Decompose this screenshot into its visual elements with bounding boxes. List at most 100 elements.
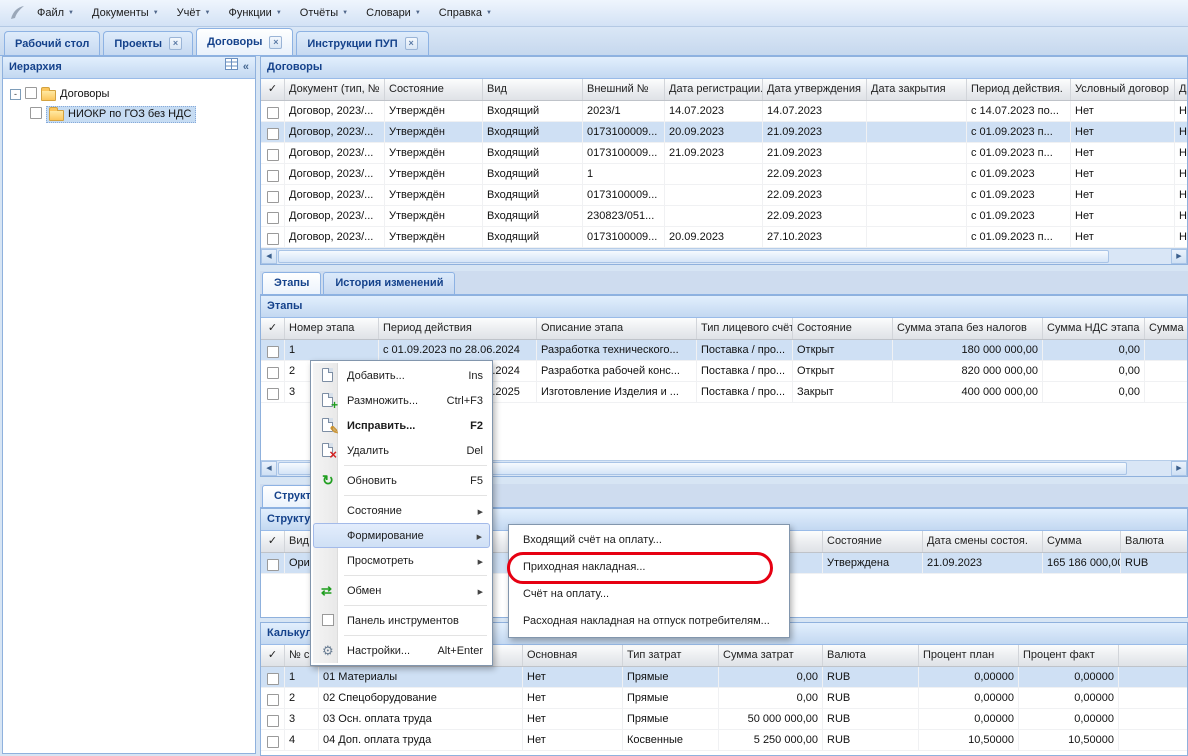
collapse-panel-icon[interactable]: « (243, 57, 249, 78)
column-header[interactable]: Тип затрат (623, 645, 719, 666)
menu-item-refresh[interactable]: Обновить F5 (313, 468, 490, 493)
column-header[interactable]: Сумма (1043, 531, 1121, 552)
tree-selected-node[interactable]: НИОКР по ГОЗ без НДС (46, 106, 196, 123)
menu-item-settings[interactable]: Настройки... Alt+Enter (313, 638, 490, 663)
tab-close-icon[interactable] (269, 36, 282, 49)
column-header[interactable]: До... (1175, 79, 1187, 100)
table-row[interactable]: Договор, 2023/... Утверждён Входящий 017… (261, 185, 1187, 206)
submenu-item-incoming-invoice[interactable]: Входящий счёт на оплату... (511, 527, 787, 554)
row-checkbox-cell[interactable] (261, 361, 285, 381)
select-all-column-header[interactable]: ✓ (261, 79, 285, 100)
row-checkbox-cell[interactable] (261, 101, 285, 121)
table-row[interactable]: Договор, 2023/... Утверждён Входящий 230… (261, 206, 1187, 227)
scrollbar-thumb[interactable] (278, 250, 1109, 263)
tab-stages[interactable]: Этапы (262, 272, 321, 294)
row-checkbox[interactable] (267, 694, 279, 706)
column-header[interactable]: Процент факт (1019, 645, 1119, 666)
column-header[interactable]: Внешний № (583, 79, 665, 100)
table-row[interactable]: 2 02 Спецоборудование Нет Прямые 0,00 RU… (261, 688, 1187, 709)
menu-item-delete[interactable]: Удалить Del (313, 438, 490, 463)
table-row[interactable]: Договор, 2023/... Утверждён Входящий 017… (261, 227, 1187, 248)
column-header[interactable]: Дата смены состоя. (923, 531, 1043, 552)
table-row[interactable]: 3 03 Осн. оплата труда Нет Прямые 50 000… (261, 709, 1187, 730)
select-all-column-header[interactable]: ✓ (261, 531, 285, 552)
row-checkbox-cell[interactable] (261, 206, 285, 226)
scroll-left-icon[interactable] (261, 461, 277, 476)
row-checkbox[interactable] (267, 233, 279, 245)
menu-item-toolbar-toggle[interactable]: Панель инструментов (313, 608, 490, 633)
row-checkbox[interactable] (267, 715, 279, 727)
row-checkbox[interactable] (267, 107, 279, 119)
table-row[interactable]: 4 04 Доп. оплата труда Нет Косвенные 5 2… (261, 730, 1187, 751)
row-checkbox-cell[interactable] (261, 382, 285, 402)
menu-item-help[interactable]: Справка (430, 0, 501, 27)
submenu-item-outgoing-note[interactable]: Расходная накладная на отпуск потребител… (511, 608, 787, 635)
tree-checkbox[interactable] (25, 87, 37, 99)
row-checkbox[interactable] (267, 346, 279, 358)
menu-item-exchange[interactable]: Обмен (313, 578, 490, 603)
row-checkbox[interactable] (267, 736, 279, 748)
column-header[interactable]: Состояние (793, 318, 893, 339)
tree-item-niokr[interactable]: НИОКР по ГОЗ без НДС (6, 104, 252, 124)
column-header[interactable]: Дата регистрации. (665, 79, 763, 100)
tree-expander-icon[interactable]: - (10, 89, 21, 100)
tab-desktop[interactable]: Рабочий стол (4, 31, 100, 55)
menu-item-state[interactable]: Состояние (313, 498, 490, 523)
column-header[interactable]: Описание этапа (537, 318, 697, 339)
menu-item-documents[interactable]: Документы (83, 0, 168, 27)
tree-item-contracts[interactable]: - Договоры (6, 84, 252, 104)
column-header[interactable]: Состояние (385, 79, 483, 100)
column-header[interactable]: Валюта (823, 645, 919, 666)
column-header[interactable]: Сумма затрат (719, 645, 823, 666)
column-header[interactable]: Дата закрытия (867, 79, 967, 100)
row-checkbox[interactable] (267, 388, 279, 400)
column-header[interactable]: Период действия. (967, 79, 1071, 100)
row-checkbox-cell[interactable] (261, 227, 285, 247)
tab-contracts[interactable]: Договоры (196, 28, 293, 55)
column-header[interactable]: Тип лицевого счёт (697, 318, 793, 339)
table-row[interactable]: 1 с 01.09.2023 по 28.06.2024 Разработка … (261, 340, 1187, 361)
column-header[interactable]: Основная (523, 645, 623, 666)
menu-item-accounting[interactable]: Учёт (168, 0, 220, 27)
menu-item-duplicate[interactable]: Размножить... Ctrl+F3 (313, 388, 490, 413)
select-all-column-header[interactable]: ✓ (261, 318, 285, 339)
column-header[interactable]: Номер этапа (285, 318, 379, 339)
row-checkbox-cell[interactable] (261, 185, 285, 205)
row-checkbox-cell[interactable] (261, 688, 285, 708)
table-row[interactable]: 1 01 Материалы Нет Прямые 0,00 RUB 0,000… (261, 667, 1187, 688)
menu-item-dictionaries[interactable]: Словари (357, 0, 430, 27)
row-checkbox-cell[interactable] (261, 553, 285, 573)
submenu-item-receipt-note[interactable]: Приходная накладная... (511, 554, 787, 581)
table-row[interactable]: Договор, 2023/... Утверждён Входящий 017… (261, 143, 1187, 164)
row-checkbox-cell[interactable] (261, 143, 285, 163)
row-checkbox-cell[interactable] (261, 709, 285, 729)
column-header[interactable]: Дата утверждения (763, 79, 867, 100)
tab-projects[interactable]: Проекты (103, 31, 193, 55)
menu-item-add[interactable]: Добавить... Ins (313, 363, 490, 388)
menu-item-edit[interactable]: Исправить... F2 (313, 413, 490, 438)
scroll-right-icon[interactable] (1171, 249, 1187, 264)
menu-item-reports[interactable]: Отчёты (291, 0, 357, 27)
table-row[interactable]: Договор, 2023/... Утверждён Входящий 202… (261, 101, 1187, 122)
row-checkbox-cell[interactable] (261, 730, 285, 750)
column-header[interactable]: Сумма этапа без налогов (893, 318, 1043, 339)
row-checkbox[interactable] (267, 149, 279, 161)
row-checkbox[interactable] (267, 170, 279, 182)
column-header[interactable]: Период действия (379, 318, 537, 339)
column-header[interactable]: Валюта (1121, 531, 1187, 552)
row-checkbox-cell[interactable] (261, 667, 285, 687)
column-header[interactable]: Условный договор (1071, 79, 1175, 100)
select-all-column-header[interactable]: ✓ (261, 645, 285, 666)
menu-item-formation[interactable]: Формирование (313, 523, 490, 548)
tab-close-icon[interactable] (169, 37, 182, 50)
grid-view-icon[interactable] (225, 57, 238, 78)
row-checkbox[interactable] (267, 367, 279, 379)
scroll-right-icon[interactable] (1171, 461, 1187, 476)
menu-item-view[interactable]: Просмотреть (313, 548, 490, 573)
table-row[interactable]: Договор, 2023/... Утверждён Входящий 1 2… (261, 164, 1187, 185)
column-header[interactable]: Сумма НДС этапа (1043, 318, 1145, 339)
row-checkbox[interactable] (267, 559, 279, 571)
column-header[interactable]: Сумма эт... (1145, 318, 1187, 339)
column-header[interactable]: Вид (483, 79, 583, 100)
row-checkbox-cell[interactable] (261, 122, 285, 142)
